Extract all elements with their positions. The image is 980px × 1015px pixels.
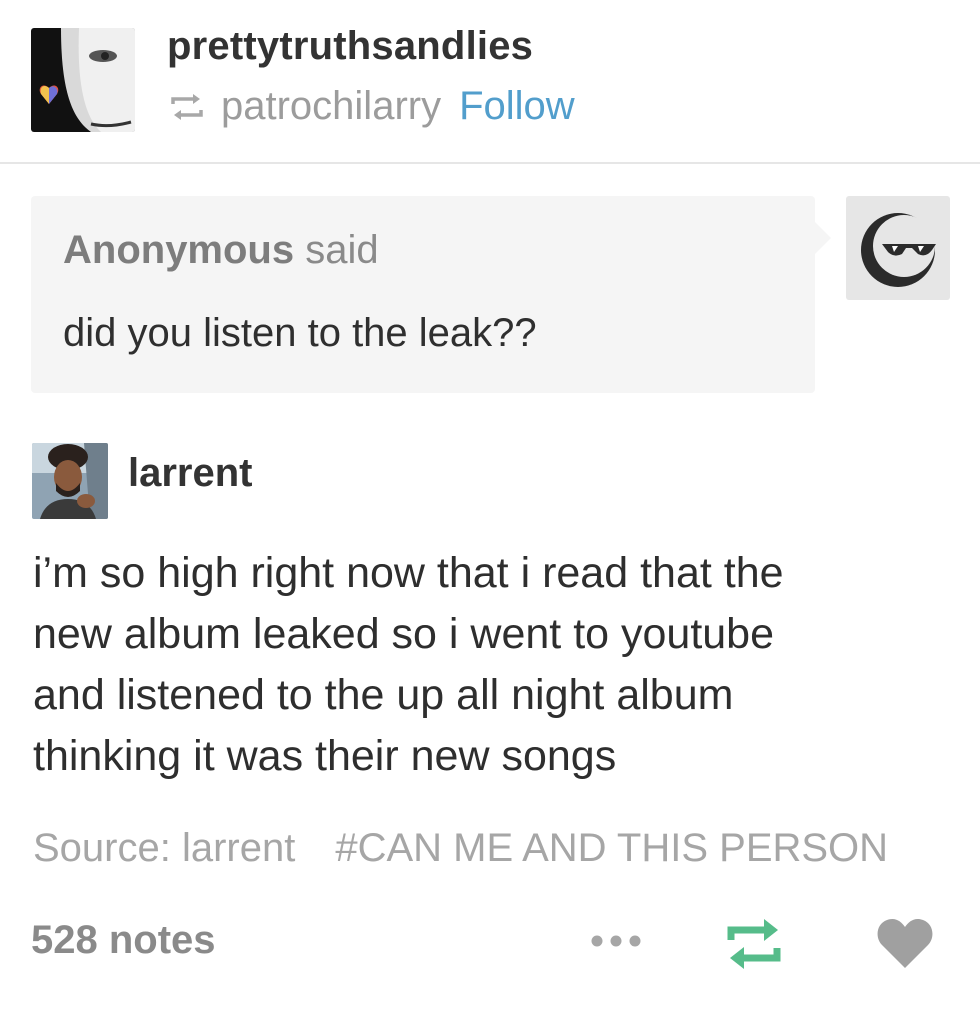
post-tag[interactable]: #CAN ME AND THIS PERSON: [335, 826, 888, 870]
answerer-name[interactable]: larrent: [128, 451, 253, 496]
notes-count[interactable]: 528 notes: [31, 918, 216, 963]
asker-avatar[interactable]: [846, 196, 950, 300]
sunglasses-face-icon: [861, 213, 936, 287]
asker-line: Anonymous said: [63, 228, 379, 273]
reblogged-from-name[interactable]: patrochilarry: [221, 84, 441, 129]
answer-line: i’m so high right now that i read that t…: [33, 549, 784, 597]
blog-avatar[interactable]: [31, 28, 135, 132]
answer-line: new album leaked so i went to youtube: [33, 610, 775, 658]
more-options-icon[interactable]: [586, 927, 646, 955]
answer-text: i’m so high right now that i read that t…: [33, 543, 953, 787]
answer-line: thinking it was their new songs: [33, 732, 617, 780]
ask-question: did you listen to the leak??: [63, 311, 537, 355]
asker-name: Anonymous: [63, 228, 295, 272]
answer-line: and listened to the up all night album: [33, 671, 734, 719]
source-link[interactable]: Source: larrent: [33, 826, 295, 870]
ask-bubble-pointer: [815, 222, 831, 254]
answerer-avatar[interactable]: [32, 443, 108, 519]
heart-icon[interactable]: [876, 916, 934, 970]
reblog-icon[interactable]: [722, 916, 786, 972]
ask-bubble: [31, 196, 815, 393]
header-divider: [0, 162, 980, 164]
post-footer-meta: Source: larrent #CAN ME AND THIS PERSON: [33, 826, 951, 871]
follow-button[interactable]: Follow: [459, 84, 575, 129]
reblog-source-line: patrochilarry Follow: [167, 84, 575, 129]
blog-name[interactable]: prettytruthsandlies: [167, 24, 533, 69]
reblog-icon: [171, 93, 203, 120]
asker-said: said: [305, 228, 379, 272]
